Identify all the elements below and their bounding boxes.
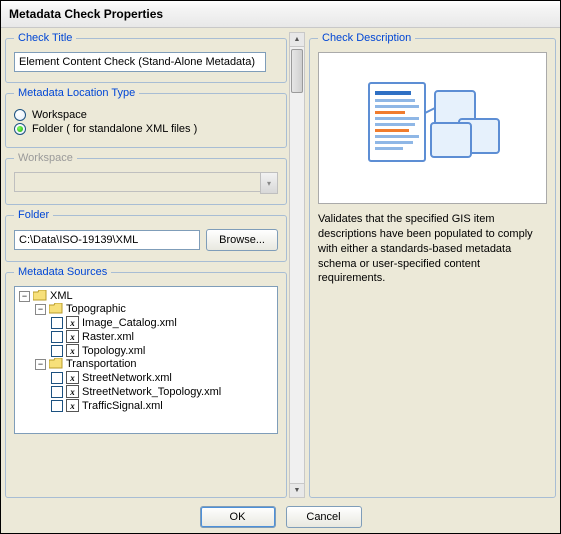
file-checkbox[interactable]: [51, 400, 63, 412]
xml-file-icon: x: [66, 399, 79, 412]
file-checkbox[interactable]: [51, 386, 63, 398]
location-type-group: Metadata Location Type Workspace Folder …: [5, 87, 287, 148]
browse-button[interactable]: Browse...: [206, 229, 278, 251]
radio-folder-label: Folder ( for standalone XML files ): [32, 123, 197, 135]
tree-root-label: XML: [50, 290, 73, 302]
folder-icon: [49, 303, 63, 315]
tree-file[interactable]: xTopology.xml: [51, 344, 275, 357]
file-label: StreetNetwork.xml: [82, 372, 172, 384]
tree-file[interactable]: xStreetNetwork_Topology.xml: [51, 385, 275, 398]
folder-group: Folder Browse...: [5, 209, 287, 262]
workspace-dropdown-button: ▾: [260, 172, 278, 194]
file-label: Topology.xml: [82, 345, 145, 357]
radio-workspace-label: Workspace: [32, 109, 87, 121]
scroll-thumb[interactable]: [291, 49, 303, 93]
xml-file-icon: x: [66, 371, 79, 384]
file-label: StreetNetwork_Topology.xml: [82, 386, 221, 398]
xml-file-icon: x: [66, 316, 79, 329]
metadata-sources-group: Metadata Sources − XML: [5, 266, 287, 498]
description-image: [318, 52, 547, 204]
metadata-sources-tree[interactable]: − XML − Topographic: [14, 286, 278, 434]
check-title-group: Check Title: [5, 32, 287, 83]
metadata-sources-legend: Metadata Sources: [14, 266, 111, 278]
ok-button[interactable]: OK: [200, 506, 276, 528]
tree-root[interactable]: − XML: [19, 290, 275, 302]
file-label: Raster.xml: [82, 331, 134, 343]
check-description-legend: Check Description: [318, 32, 415, 44]
content-area: Check Title Metadata Location Type Works…: [1, 28, 560, 502]
tree-file[interactable]: xRaster.xml: [51, 330, 275, 343]
workspace-legend: Workspace: [14, 152, 77, 164]
check-title-legend: Check Title: [14, 32, 76, 44]
collapse-icon[interactable]: −: [19, 291, 30, 302]
tree-file[interactable]: xTrafficSignal.xml: [51, 399, 275, 412]
file-checkbox[interactable]: [51, 331, 63, 343]
folder-icon: [33, 290, 47, 302]
file-checkbox[interactable]: [51, 317, 63, 329]
scroll-down-arrow[interactable]: ▼: [290, 483, 304, 497]
window-title: Metadata Check Properties: [1, 1, 560, 28]
cancel-button[interactable]: Cancel: [286, 506, 362, 528]
radio-workspace[interactable]: [14, 109, 26, 121]
workspace-combo: ▾: [14, 172, 278, 194]
radio-folder-row[interactable]: Folder ( for standalone XML files ): [14, 123, 278, 135]
tree-file[interactable]: xImage_Catalog.xml: [51, 316, 275, 329]
workspace-group: Workspace ▾: [5, 152, 287, 205]
left-scrollbar[interactable]: ▲ ▼: [289, 32, 305, 498]
button-bar: OK Cancel: [1, 502, 560, 532]
file-checkbox[interactable]: [51, 372, 63, 384]
file-label: Image_Catalog.xml: [82, 317, 177, 329]
xml-file-icon: x: [66, 330, 79, 343]
radio-folder[interactable]: [14, 123, 26, 135]
folder-legend: Folder: [14, 209, 53, 221]
tree-group[interactable]: − Transportation: [35, 358, 275, 370]
tree-group-label: Transportation: [66, 358, 137, 370]
tree-group[interactable]: − Topographic: [35, 303, 275, 315]
collapse-icon[interactable]: −: [35, 304, 46, 315]
description-text: Validates that the specified GIS item de…: [318, 212, 547, 286]
collapse-icon[interactable]: −: [35, 359, 46, 370]
radio-workspace-row[interactable]: Workspace: [14, 109, 278, 121]
folder-icon: [49, 358, 63, 370]
scroll-up-arrow[interactable]: ▲: [290, 33, 304, 47]
check-title-input[interactable]: [14, 52, 266, 72]
xml-file-icon: x: [66, 385, 79, 398]
workspace-input: [14, 172, 260, 192]
file-checkbox[interactable]: [51, 345, 63, 357]
folder-path-input[interactable]: [14, 230, 200, 250]
check-description-group: Check Description: [309, 32, 556, 498]
xml-file-icon: x: [66, 344, 79, 357]
location-type-legend: Metadata Location Type: [14, 87, 139, 99]
tree-group-label: Topographic: [66, 303, 126, 315]
file-label: TrafficSignal.xml: [82, 400, 163, 412]
tree-file[interactable]: xStreetNetwork.xml: [51, 371, 275, 384]
